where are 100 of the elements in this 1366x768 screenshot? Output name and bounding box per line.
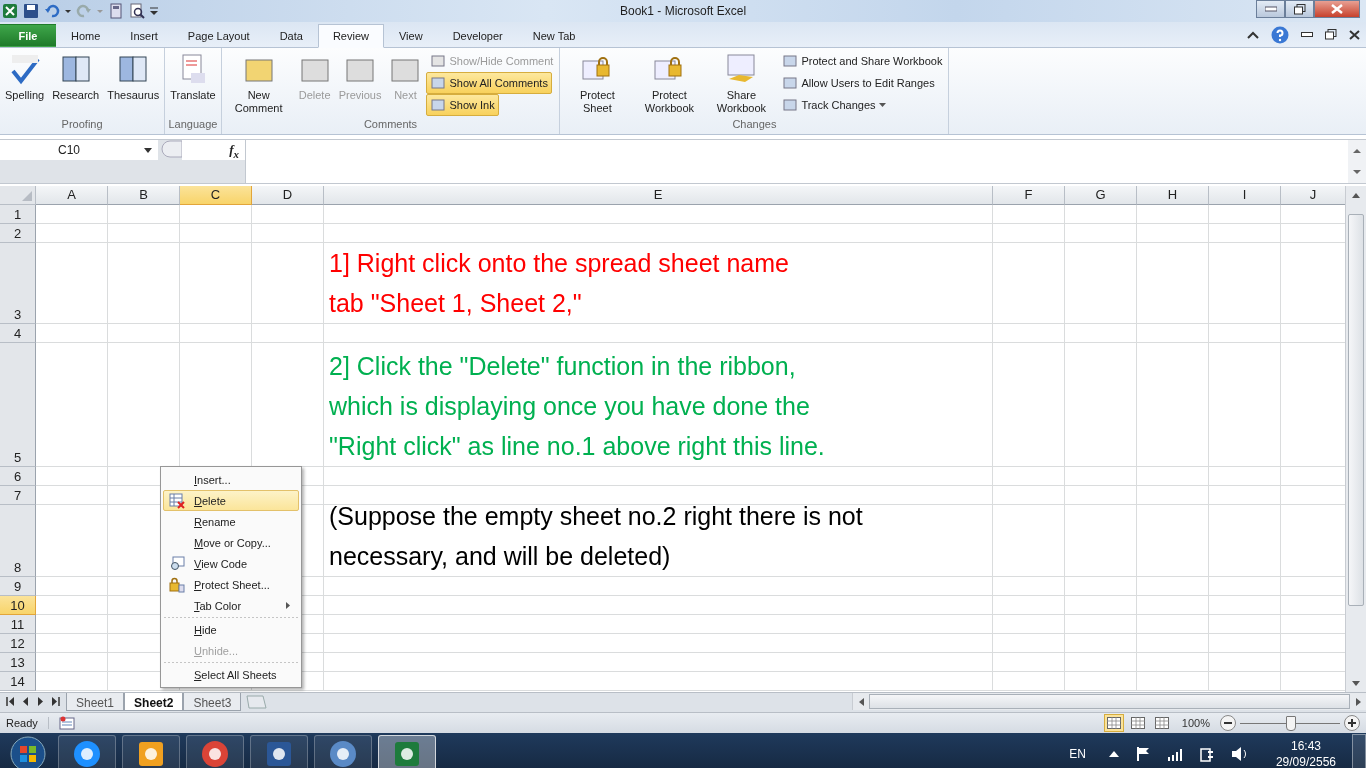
collapse-arrow-icon[interactable] bbox=[1352, 168, 1362, 177]
row-header[interactable]: 13 bbox=[0, 653, 36, 672]
scroll-down-icon[interactable] bbox=[1352, 680, 1360, 686]
table-cell[interactable] bbox=[1137, 343, 1209, 467]
table-cell[interactable] bbox=[1209, 205, 1281, 224]
ribbon-button[interactable]: Translate bbox=[167, 50, 219, 105]
table-cell[interactable] bbox=[1209, 505, 1281, 577]
table-cell[interactable] bbox=[1137, 486, 1209, 505]
ribbon-tab[interactable]: New Tab bbox=[517, 24, 591, 47]
last-sheet-icon[interactable] bbox=[50, 697, 60, 706]
row-header[interactable]: 3 bbox=[0, 243, 36, 324]
column-header[interactable]: A bbox=[36, 186, 108, 205]
calculator-icon[interactable] bbox=[108, 3, 124, 19]
table-cell[interactable] bbox=[1065, 324, 1137, 343]
splitter-handle-icon[interactable] bbox=[158, 140, 182, 158]
horizontal-scrollbar[interactable] bbox=[852, 693, 1366, 710]
table-cell[interactable] bbox=[36, 615, 108, 634]
table-cell[interactable] bbox=[36, 467, 108, 486]
column-header[interactable]: B bbox=[108, 186, 180, 205]
table-cell[interactable] bbox=[1065, 343, 1137, 467]
row-header[interactable]: 11 bbox=[0, 615, 36, 634]
menu-item[interactable]: Protect Sheet... bbox=[163, 574, 299, 595]
table-cell[interactable] bbox=[324, 205, 993, 224]
table-cell[interactable] bbox=[324, 467, 993, 486]
table-cell[interactable] bbox=[108, 324, 180, 343]
table-cell[interactable] bbox=[1209, 672, 1281, 691]
table-cell[interactable] bbox=[36, 577, 108, 596]
row-header[interactable]: 6 bbox=[0, 467, 36, 486]
ribbon-button[interactable]: Share Workbook bbox=[706, 50, 777, 118]
ribbon-tab[interactable]: Developer bbox=[437, 24, 518, 47]
sheet-tab[interactable]: Sheet3 bbox=[183, 693, 242, 711]
table-cell[interactable] bbox=[993, 577, 1065, 596]
table-cell[interactable] bbox=[1065, 577, 1137, 596]
table-cell[interactable]: 1] Right click onto the spread sheet name tab "Sheet 1, Sheet 2," bbox=[324, 243, 993, 324]
table-cell[interactable] bbox=[252, 205, 324, 224]
table-cell[interactable] bbox=[1137, 324, 1209, 343]
table-cell[interactable] bbox=[1137, 505, 1209, 577]
table-cell[interactable] bbox=[1065, 486, 1137, 505]
table-cell[interactable] bbox=[1065, 505, 1137, 577]
ribbon-button[interactable]: New Comment bbox=[223, 50, 294, 118]
sheet-tab[interactable]: Sheet1 bbox=[66, 693, 125, 711]
table-cell[interactable] bbox=[36, 634, 108, 653]
table-cell[interactable] bbox=[1209, 324, 1281, 343]
table-cell[interactable] bbox=[1137, 653, 1209, 672]
table-cell[interactable] bbox=[993, 343, 1065, 467]
flag-icon[interactable] bbox=[1134, 745, 1151, 762]
row-header[interactable]: 12 bbox=[0, 634, 36, 653]
table-cell[interactable] bbox=[36, 324, 108, 343]
table-cell[interactable] bbox=[993, 224, 1065, 243]
zoom-out-icon[interactable] bbox=[1220, 715, 1236, 731]
table-cell[interactable] bbox=[993, 467, 1065, 486]
zoom-level[interactable]: 100% bbox=[1181, 717, 1210, 729]
table-cell[interactable] bbox=[324, 577, 993, 596]
restore-button[interactable] bbox=[1285, 0, 1314, 18]
ribbon-tab[interactable]: Insert bbox=[115, 24, 173, 47]
table-cell[interactable] bbox=[993, 324, 1065, 343]
table-cell[interactable] bbox=[36, 243, 108, 324]
menu-item[interactable]: View Code bbox=[163, 553, 299, 574]
ribbon-button[interactable]: Protect Workbook bbox=[634, 50, 705, 118]
table-cell[interactable] bbox=[1209, 486, 1281, 505]
menu-item[interactable]: Move or Copy... bbox=[163, 532, 299, 553]
column-header[interactable]: G bbox=[1065, 186, 1137, 205]
ribbon-tab[interactable]: Page Layout bbox=[172, 24, 265, 47]
ribbon-tab[interactable]: Data bbox=[264, 24, 318, 47]
menu-item[interactable]: Select All Sheets bbox=[163, 664, 299, 685]
ribbon-button[interactable]: Protect and Share Workbook bbox=[778, 50, 947, 72]
table-cell[interactable] bbox=[1137, 224, 1209, 243]
table-cell[interactable] bbox=[324, 615, 993, 634]
restore-icon[interactable] bbox=[1325, 29, 1337, 40]
ribbon-button[interactable]: Show All Comments bbox=[426, 72, 552, 94]
table-cell[interactable] bbox=[36, 596, 108, 615]
taskbar-button[interactable] bbox=[378, 734, 436, 768]
table-cell[interactable] bbox=[1209, 596, 1281, 615]
ribbon-tab[interactable]: Review bbox=[317, 24, 384, 48]
table-cell[interactable] bbox=[993, 505, 1065, 577]
table-cell[interactable] bbox=[1065, 467, 1137, 486]
row-header[interactable]: 9 bbox=[0, 577, 36, 596]
table-cell[interactable] bbox=[993, 672, 1065, 691]
table-cell[interactable] bbox=[324, 634, 993, 653]
menu-item[interactable]: Rename bbox=[163, 511, 299, 532]
taskbar-button[interactable] bbox=[250, 734, 308, 768]
table-cell[interactable] bbox=[252, 324, 324, 343]
column-header[interactable]: H bbox=[1137, 186, 1209, 205]
first-sheet-icon[interactable] bbox=[6, 697, 16, 706]
expand-arrow-icon[interactable] bbox=[1352, 146, 1362, 155]
insert-sheet-icon[interactable] bbox=[245, 695, 268, 709]
table-cell[interactable] bbox=[252, 243, 324, 324]
ribbon-button[interactable]: Spelling bbox=[2, 50, 48, 105]
table-cell[interactable] bbox=[36, 224, 108, 243]
taskbar-button[interactable] bbox=[122, 734, 180, 768]
table-cell[interactable] bbox=[1065, 596, 1137, 615]
menu-item[interactable]: Delete bbox=[163, 490, 299, 511]
table-cell[interactable] bbox=[324, 486, 993, 505]
scroll-left-icon[interactable] bbox=[858, 697, 864, 706]
spreadsheet-icon[interactable] bbox=[2, 3, 18, 19]
ribbon-button[interactable]: Protect Sheet bbox=[562, 50, 633, 118]
table-cell[interactable] bbox=[993, 205, 1065, 224]
row-header[interactable]: 10 bbox=[0, 596, 36, 615]
insert-function-button[interactable]: f$_{x}$ bbox=[182, 140, 245, 160]
row-header[interactable]: 14 bbox=[0, 672, 36, 691]
